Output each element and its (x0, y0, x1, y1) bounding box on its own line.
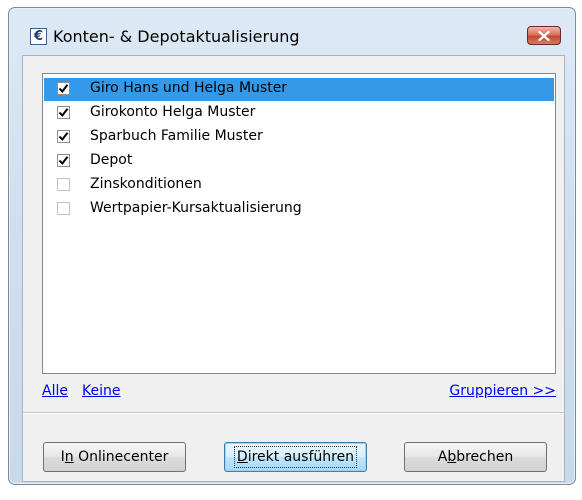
close-icon (538, 30, 550, 41)
execute-now-label: Direkt ausführen (233, 446, 358, 468)
checkbox-unchecked[interactable] (57, 178, 70, 191)
checkbox-checked[interactable] (57, 106, 70, 119)
checkmark-icon (58, 156, 69, 166)
checkmark-icon (58, 108, 69, 118)
select-none-link[interactable]: Keine (82, 383, 120, 399)
list-item[interactable]: Depot (44, 150, 554, 173)
checkbox-checked[interactable] (57, 154, 70, 167)
selection-links: Alle Keine Gruppieren >> (42, 383, 556, 403)
dialog-content: Giro Hans und Helga Muster Girokonto Helg… (22, 55, 565, 482)
checkbox-checked[interactable] (57, 130, 70, 143)
execute-now-button[interactable]: Direkt ausführen (224, 442, 367, 472)
list-item-label: Giro Hans und Helga Muster (90, 80, 288, 96)
list-item[interactable]: Giro Hans und Helga Muster (44, 78, 554, 101)
divider (23, 412, 564, 414)
close-button[interactable] (527, 26, 561, 45)
list-item[interactable]: Sparbuch Familie Muster (44, 126, 554, 149)
group-link[interactable]: Gruppieren >> (449, 383, 556, 399)
title-bar[interactable]: € Konten- & Depotaktualisierung (9, 8, 575, 52)
dialog-window: € Konten- & Depotaktualisierung Giro Han… (8, 7, 576, 485)
list-item[interactable]: Girokonto Helga Muster (44, 102, 554, 125)
online-center-label: In Onlinecenter (60, 449, 169, 465)
list-item-label: Sparbuch Familie Muster (90, 128, 263, 144)
euro-app-icon: € (30, 28, 47, 45)
list-item[interactable]: Zinskonditionen (44, 174, 554, 197)
checkbox-checked[interactable] (57, 82, 70, 95)
list-item-label: Girokonto Helga Muster (90, 104, 256, 120)
cancel-label: Abbrechen (437, 449, 514, 465)
list-item-label: Zinskonditionen (90, 176, 202, 192)
window-title: Konten- & Depotaktualisierung (53, 27, 300, 46)
account-checklist[interactable]: Giro Hans und Helga Muster Girokonto Helg… (42, 73, 556, 374)
select-all-link[interactable]: Alle (42, 383, 68, 399)
list-item-label: Wertpapier-Kursaktualisierung (90, 200, 302, 216)
online-center-button[interactable]: In Onlinecenter (43, 442, 186, 472)
list-item-label: Depot (90, 152, 133, 168)
checkbox-unchecked[interactable] (57, 202, 70, 215)
checkmark-icon (58, 84, 69, 94)
list-item[interactable]: Wertpapier-Kursaktualisierung (44, 198, 554, 221)
checkmark-icon (58, 132, 69, 142)
cancel-button[interactable]: Abbrechen (404, 442, 547, 472)
